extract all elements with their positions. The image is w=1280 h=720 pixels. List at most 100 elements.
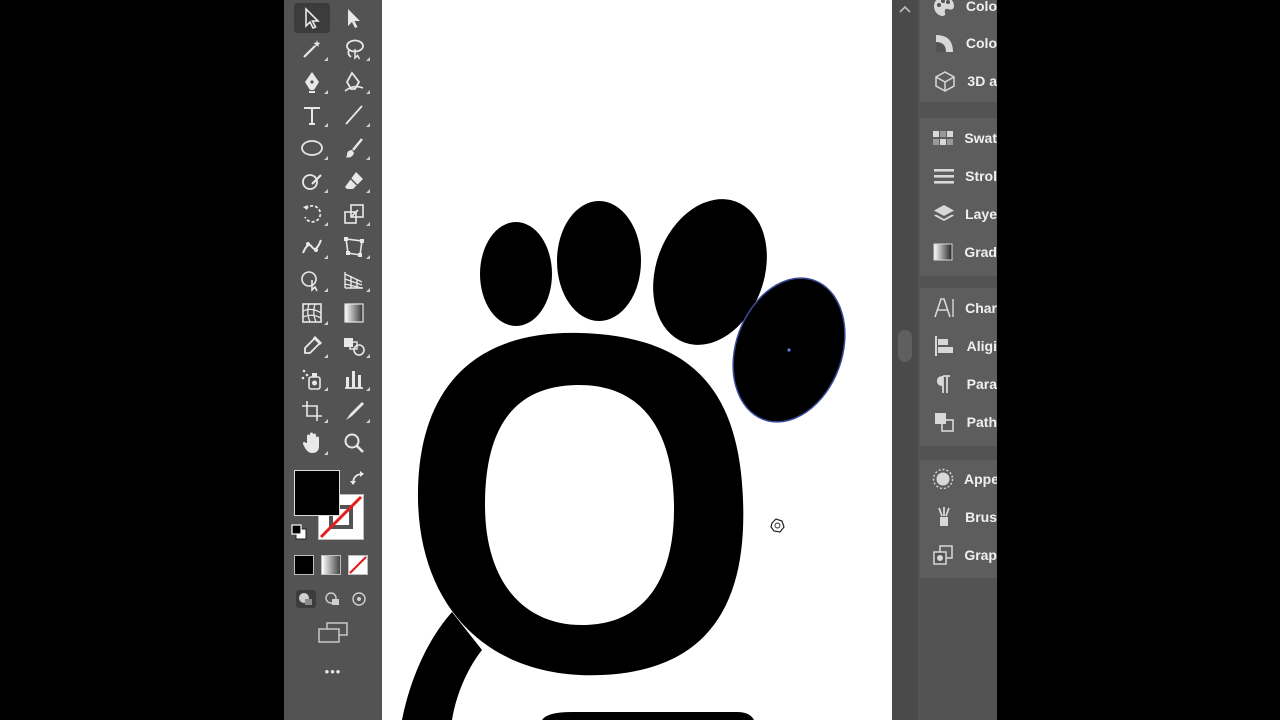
curvature-tool[interactable]: [336, 67, 372, 97]
perspective-grid-tool[interactable]: [336, 265, 372, 295]
slice-tool[interactable]: [336, 396, 372, 426]
rotate-tool[interactable]: [294, 199, 330, 229]
panel-collapse-strip: [892, 0, 918, 720]
selection-center-point: [787, 348, 791, 352]
shape-builder-tool[interactable]: [294, 265, 330, 295]
eyedropper-icon: [304, 335, 323, 354]
ellipse-icon: [301, 140, 323, 156]
tools-panel: •••: [284, 0, 382, 720]
blend-icon: [344, 338, 365, 356]
toe-2[interactable]: [557, 201, 641, 321]
3d-icon: [934, 71, 955, 92]
panel-item-swatches[interactable]: Swat: [918, 121, 997, 155]
mesh-tool[interactable]: [294, 298, 330, 328]
eyedropper-tool[interactable]: [294, 331, 330, 361]
panel-item-color-guide[interactable]: Colo: [918, 0, 997, 23]
swap-fill-stroke-icon[interactable]: [349, 470, 367, 488]
shaper-icon: [302, 174, 322, 190]
stroke-icon: [933, 169, 954, 184]
eraser-tool[interactable]: [336, 166, 372, 196]
cursor-icon: [770, 518, 785, 533]
type-tool[interactable]: [294, 100, 330, 130]
shaper-tool[interactable]: [294, 166, 330, 196]
symbol-sprayer-icon: [301, 369, 321, 390]
lasso-icon: [346, 39, 364, 60]
selection-tool[interactable]: [294, 3, 330, 33]
ellipse-tool[interactable]: [294, 133, 330, 163]
rotate-icon: [303, 204, 322, 223]
pathfinder-icon: [935, 413, 955, 432]
default-fill-stroke-icon[interactable]: [291, 524, 307, 540]
line-segment-tool[interactable]: [336, 100, 372, 130]
panel-item-appearance[interactable]: Appe: [918, 462, 997, 496]
align-icon: [935, 336, 954, 356]
free-transform-tool[interactable]: [336, 232, 372, 262]
color-icon: [935, 35, 953, 52]
hand-tool[interactable]: [294, 428, 330, 458]
scale-icon: [344, 204, 364, 224]
panel-item-pathfinder[interactable]: Path: [918, 405, 997, 439]
layers-icon: [933, 205, 954, 221]
scale-tool[interactable]: [336, 199, 372, 229]
draw-behind-icon[interactable]: [323, 590, 343, 608]
bottom-shape: [542, 712, 754, 720]
screen-mode-icon[interactable]: [317, 622, 349, 644]
blend-tool[interactable]: [336, 331, 372, 361]
color-button[interactable]: [294, 555, 314, 575]
perspective-grid-icon: [344, 272, 363, 289]
collapse-chevron-icon[interactable]: [898, 4, 912, 14]
artboard-canvas[interactable]: [382, 0, 892, 720]
gradient-icon: [933, 243, 953, 261]
panel-item-graphic-styles[interactable]: Grap: [918, 538, 997, 572]
paw-pad-ring[interactable]: [417, 332, 744, 676]
draw-inside-icon[interactable]: [350, 590, 370, 608]
paintbrush-tool[interactable]: [336, 133, 372, 163]
symbol-sprayer-tool[interactable]: [294, 364, 330, 394]
paragraph-icon: [937, 375, 951, 393]
none-button[interactable]: [348, 555, 368, 575]
character-icon: [933, 298, 954, 318]
puppet-warp-icon: [302, 239, 322, 254]
swatches-icon: [933, 131, 954, 145]
line-segment-icon: [345, 105, 363, 125]
panel-item-3d[interactable]: 3D a: [918, 64, 997, 98]
eraser-icon: [345, 172, 363, 189]
puppet-warp-tool[interactable]: [294, 232, 330, 262]
mesh-icon: [302, 303, 322, 323]
toe-1[interactable]: [480, 222, 552, 326]
none-slash-icon: [349, 556, 367, 574]
artboard-icon: [302, 401, 322, 421]
brushes-icon: [937, 507, 950, 526]
column-graph-icon: [345, 371, 363, 389]
panel-item-character[interactable]: Char: [918, 291, 997, 325]
gradient-tool[interactable]: [336, 298, 372, 328]
direct-selection-arrow-icon: [348, 9, 360, 28]
panel-item-brushes[interactable]: Brus: [918, 500, 997, 534]
dock-scrollbar-thumb[interactable]: [898, 330, 912, 362]
edit-toolbar-button[interactable]: •••: [284, 664, 382, 679]
shape-builder-icon: [301, 271, 318, 292]
panel-item-color[interactable]: Colo: [918, 26, 997, 60]
gradient-button[interactable]: [321, 555, 341, 575]
panel-item-layers[interactable]: Laye: [918, 197, 997, 231]
pen-tool[interactable]: [294, 67, 330, 97]
curvature-pen-icon: [344, 71, 364, 92]
panel-item-gradient[interactable]: Grad: [918, 235, 997, 269]
lasso-tool[interactable]: [336, 34, 372, 64]
direct-selection-tool[interactable]: [336, 3, 372, 33]
free-transform-icon: [344, 237, 364, 257]
selection-arrow-icon: [305, 7, 320, 30]
graphic-styles-icon: [933, 545, 953, 565]
zoom-tool[interactable]: [336, 428, 372, 458]
panel-item-paragraph[interactable]: Para: [918, 367, 997, 401]
panel-item-stroke[interactable]: Strol: [918, 159, 997, 193]
color-guide-icon: [933, 0, 954, 16]
slice-knife-icon: [346, 402, 364, 420]
appearance-icon: [932, 468, 954, 490]
column-graph-tool[interactable]: [336, 364, 372, 394]
fill-swatch[interactable]: [294, 470, 340, 516]
panel-item-align[interactable]: Aligi: [918, 329, 997, 363]
magic-wand-tool[interactable]: [294, 34, 330, 64]
artboard-tool[interactable]: [294, 396, 330, 426]
draw-normal-icon[interactable]: [296, 590, 316, 608]
